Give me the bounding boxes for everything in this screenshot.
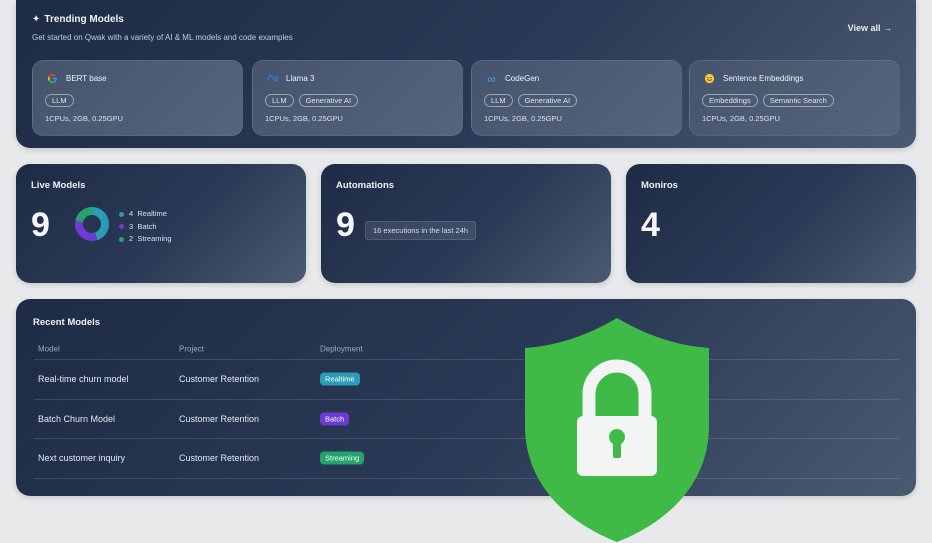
- model-card-codegen[interactable]: ∞ CodeGen LLM Generative AI 1CPUs, 2GB, …: [471, 60, 682, 136]
- deployment-badge: Streaming: [320, 451, 365, 465]
- model-spec: 1CPUs, 2GB, 0.25GPU: [702, 114, 780, 123]
- model-card-llama[interactable]: Llama 3 LLM Generative AI 1CPUs, 2GB, 0.…: [252, 60, 463, 136]
- model-card-sentence-embeddings[interactable]: Sentence Embeddings Embeddings Semantic …: [689, 60, 900, 136]
- model-tag: LLM: [45, 94, 74, 107]
- deployment-badge: Realtime: [320, 372, 360, 386]
- column-header-deployment: Deployment: [320, 344, 363, 354]
- dot-icon: [119, 224, 124, 230]
- infinity-icon: ∞: [487, 71, 496, 86]
- live-models-count: 9: [31, 206, 50, 244]
- deployment-donut-chart: [75, 207, 109, 241]
- model-name: CodeGen: [505, 74, 540, 83]
- trending-subtitle: Get started on Qwak with a variety of AI…: [32, 33, 293, 42]
- model-name: Llama 3: [286, 74, 315, 83]
- executions-summary: 16 executions in the last 24h: [365, 221, 477, 240]
- table-header: Model Project Deployment: [34, 339, 900, 360]
- model-tag: LLM: [265, 94, 294, 107]
- table-row[interactable]: Real-time churn model Customer Retention…: [34, 360, 900, 400]
- recent-models-title: Recent Models: [33, 317, 101, 328]
- monitors-card[interactable]: Moniros 4: [626, 164, 916, 283]
- model-tag: Embeddings: [702, 94, 758, 107]
- dot-icon: [119, 211, 124, 217]
- table-row[interactable]: Next customer inquiry Customer Retention…: [34, 439, 900, 479]
- deployment-legend: 4 Realtime 3 Batch 2 Streaming: [119, 208, 172, 246]
- project-cell: Customer Retention: [179, 374, 260, 385]
- model-cell: Batch Churn Model: [38, 413, 116, 424]
- meta-icon: [267, 73, 278, 84]
- project-cell: Customer Retention: [179, 413, 260, 424]
- model-spec: 1CPUs, 2GB, 0.25GPU: [484, 114, 562, 123]
- model-cell: Real-time churn model: [38, 374, 129, 385]
- model-spec: 1CPUs, 2GB, 0.25GPU: [45, 114, 123, 123]
- recent-models-panel: Recent Models Model Project Deployment R…: [16, 299, 916, 496]
- model-spec: 1CPUs, 2GB, 0.25GPU: [265, 114, 343, 123]
- model-card-bert[interactable]: BERT base LLM 1CPUs, 2GB, 0.25GPU: [32, 60, 243, 136]
- model-tag: LLM: [484, 94, 513, 107]
- deployment-badge: Batch: [320, 412, 350, 426]
- live-models-card[interactable]: Live Models 9 4 Realtime 3 Batch 2 Strea…: [16, 164, 306, 283]
- legend-item-realtime: 4 Realtime: [119, 208, 172, 221]
- model-tag: Semantic Search: [762, 94, 834, 107]
- model-tag: Generative AI: [298, 94, 359, 107]
- hugging-face-icon: [704, 73, 715, 84]
- monitors-title: Moniros: [641, 180, 678, 191]
- google-icon: [47, 73, 58, 84]
- trending-models-panel: ✦ Trending Models Get started on Qwak wit…: [16, 0, 916, 148]
- sparkle-icon: ✦: [32, 14, 41, 25]
- model-tag: Generative AI: [517, 94, 578, 107]
- trending-title: ✦ Trending Models: [32, 14, 124, 25]
- security-shield-lock-icon: [525, 318, 709, 542]
- monitors-count: 4: [641, 206, 660, 244]
- model-name: BERT base: [66, 74, 107, 83]
- table-row[interactable]: Batch Churn Model Customer Retention Bat…: [34, 400, 900, 439]
- legend-item-streaming: 2 Streaming: [119, 233, 172, 246]
- automations-title: Automations: [336, 180, 395, 191]
- model-cell: Next customer inquiry: [38, 453, 126, 464]
- legend-item-batch: 3 Batch: [119, 221, 172, 234]
- project-cell: Customer Retention: [179, 453, 260, 464]
- automations-count: 9: [336, 206, 355, 244]
- column-header-project: Project: [179, 344, 204, 354]
- dot-icon: [119, 236, 124, 242]
- automations-card[interactable]: Automations 9 16 executions in the last …: [321, 164, 611, 283]
- recent-models-table: Model Project Deployment Real-time churn…: [34, 339, 900, 479]
- model-name: Sentence Embeddings: [723, 74, 804, 83]
- column-header-model: Model: [38, 344, 60, 354]
- view-all-link[interactable]: View all →: [848, 23, 892, 33]
- live-models-title: Live Models: [31, 180, 86, 191]
